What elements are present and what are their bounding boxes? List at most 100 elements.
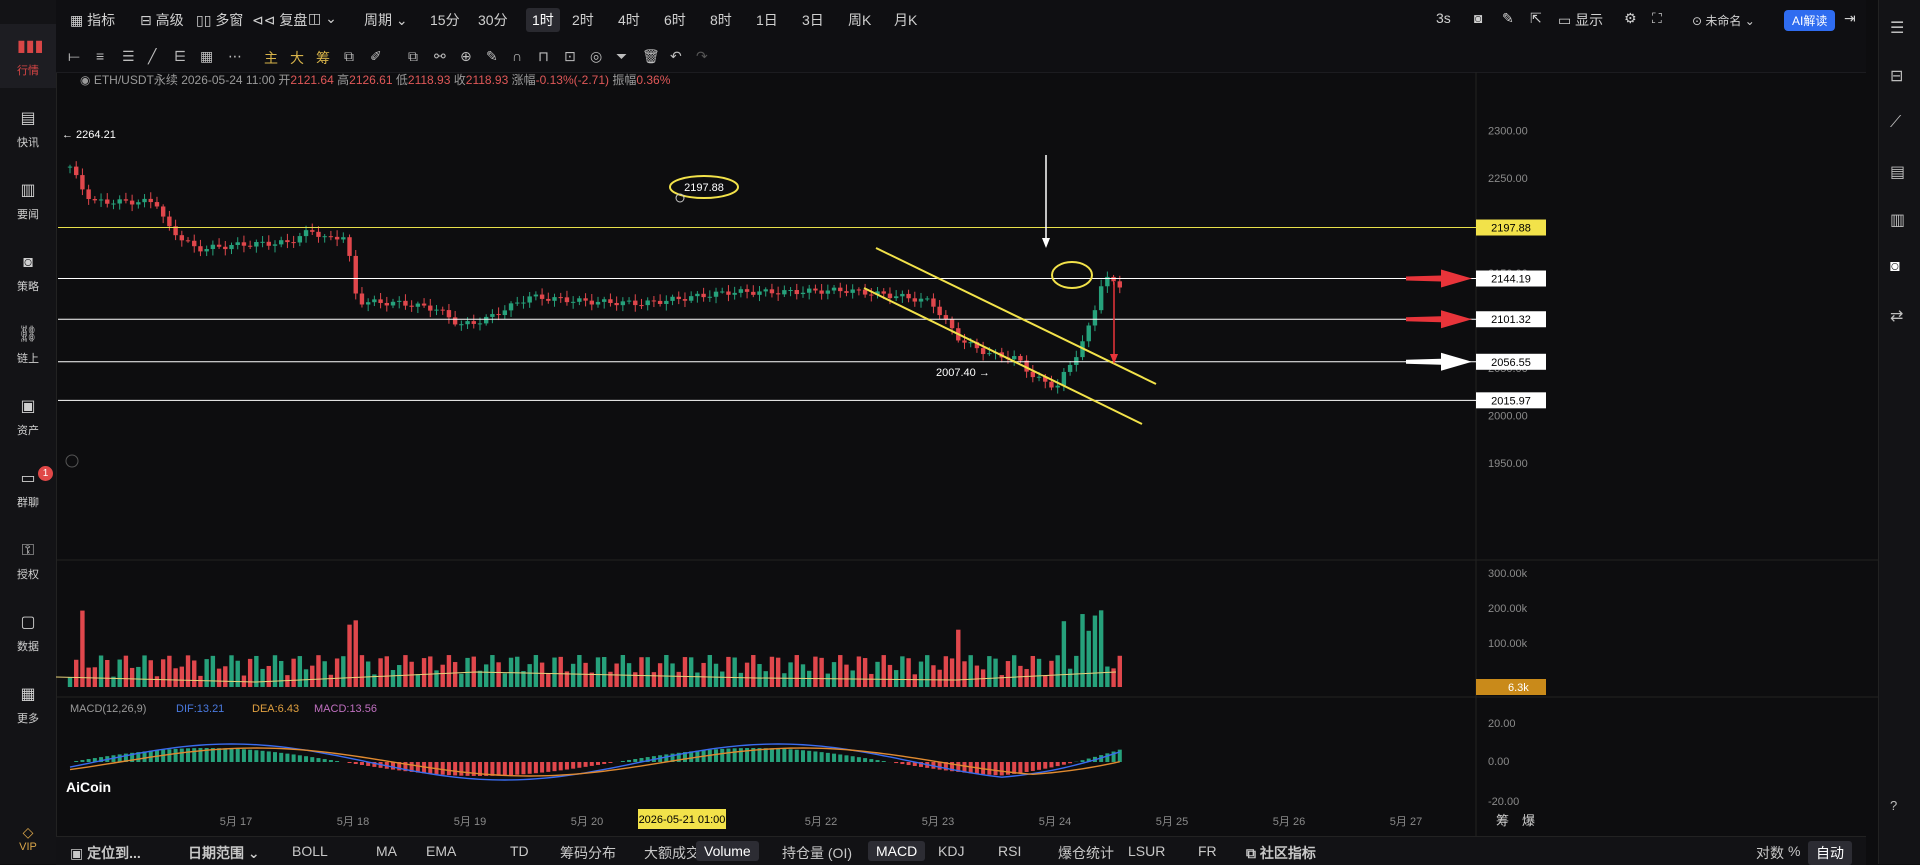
horizontal-line-icon[interactable]: ⟝ (68, 48, 80, 65)
ai-analysis-button[interactable]: AI解读 (1784, 10, 1835, 31)
panel-MACD[interactable]: MACD (868, 841, 925, 861)
panel-社区指标[interactable]: ⧉ 社区指标 (1246, 843, 1316, 863)
sidebar-item-1[interactable]: ▤快讯 (0, 96, 56, 160)
volume-bar (875, 662, 879, 687)
snapshot-icon[interactable]: ⧉ (344, 48, 354, 65)
overlay-大额成交[interactable]: 大额成交 (644, 843, 700, 863)
timeframe-8时[interactable]: 8时 (710, 10, 732, 30)
etf-icon[interactable]: ▥ (1890, 210, 1910, 230)
exchange-icon[interactable]: ⇄ (1890, 306, 1910, 326)
overlay-筹码分布[interactable]: 筹码分布 (560, 843, 616, 863)
vip-button[interactable]: ◇VIP (0, 824, 56, 864)
sidebar-item-3[interactable]: ◙策略 (0, 240, 56, 304)
link-icon[interactable]: ⚯ (434, 48, 446, 65)
channel-icon[interactable]: ☰ (122, 48, 135, 65)
timeframe-2时[interactable]: 2时 (572, 10, 594, 30)
timeframe-1时[interactable]: 1时 (526, 8, 560, 32)
fib-icon[interactable]: ⋿ (174, 48, 186, 65)
zoom-icon[interactable]: ⊕ (460, 48, 472, 65)
percent-toggle[interactable]: % (1788, 843, 1800, 859)
overlay-BOLL[interactable]: BOLL (292, 843, 328, 859)
chip-icon[interactable]: 筹 (316, 48, 330, 68)
sidebar-item-6[interactable]: ▭群聊1 (0, 456, 56, 520)
panel-FR[interactable]: FR (1198, 843, 1217, 859)
lines-icon[interactable]: ≡ (96, 48, 104, 64)
price-chart[interactable]: 2300.002250.002200.002150.002100.002050.… (56, 72, 1878, 836)
macd-histogram-bar (714, 749, 718, 762)
timeframe-周K[interactable]: 周K (848, 10, 871, 30)
timeframe-15分[interactable]: 15分 (430, 10, 460, 30)
sidebar-item-8[interactable]: ▢数据 (0, 600, 56, 664)
overlay-TD[interactable]: TD (510, 843, 529, 859)
indicator-button[interactable]: ▦ 指标 (70, 10, 115, 30)
refresh-rate[interactable]: 3s (1436, 10, 1451, 26)
alert-icon[interactable]: ⊡ (564, 48, 576, 65)
bot-icon[interactable]: ◙ (1890, 258, 1910, 278)
sidebar-item-9[interactable]: ▦更多 (0, 672, 56, 736)
macd-histogram-bar (87, 759, 91, 762)
chart-type-dropdown[interactable]: ◫ ⌄ (308, 10, 337, 27)
auto-scale-toggle[interactable]: 自动 (1808, 841, 1852, 865)
fullscreen-icon[interactable]: ⛶ (1652, 10, 1662, 27)
timeframe-4时[interactable]: 4时 (618, 10, 640, 30)
replay-button[interactable]: ⊲⊲ 复盘 (252, 10, 307, 30)
overlay-EMA[interactable]: EMA (426, 843, 456, 859)
export-icon[interactable]: ⇱ (1530, 10, 1542, 27)
trend-line-icon[interactable]: ╱ (148, 48, 156, 65)
menu-icon[interactable]: ⇥ (1844, 10, 1856, 27)
timeframe-月K[interactable]: 月K (894, 10, 917, 30)
camera-icon[interactable]: ◙ (1474, 10, 1482, 26)
timeframe-3日[interactable]: 3日 (802, 10, 824, 30)
redo-icon[interactable]: ↷ (696, 48, 708, 65)
help-icon[interactable]: ? (1890, 798, 1910, 818)
trash-icon[interactable]: 🗑 (642, 48, 660, 65)
large-order-icon[interactable]: 大 (290, 48, 304, 68)
period-dropdown[interactable]: 周期 ⌄ (364, 10, 408, 30)
volume-bar (888, 665, 892, 687)
sidebar-item-5[interactable]: ▣资产 (0, 384, 56, 448)
timeframe-30分[interactable]: 30分 (478, 10, 508, 30)
panel-Volume[interactable]: Volume (696, 841, 759, 861)
candle-body (68, 167, 72, 168)
multi-window-button[interactable]: ▯▯ 多窗 (196, 10, 243, 30)
log-scale-toggle[interactable]: 对数 (1756, 843, 1784, 863)
pen-icon[interactable]: ✎ (1502, 10, 1514, 27)
timeframe-6时[interactable]: 6时 (664, 10, 686, 30)
panel-爆仓统计[interactable]: 爆仓统计 (1058, 843, 1114, 863)
volume-bar (1111, 668, 1115, 687)
settings-icon[interactable]: ⚙ (1624, 10, 1637, 27)
date-range-dropdown[interactable]: 日期范围 ⌄ (188, 843, 260, 863)
list-icon[interactable]: ☰ (1890, 18, 1910, 38)
trend-icon[interactable]: ⟋ (1890, 114, 1910, 134)
locate-button[interactable]: ▣ 定位到... (70, 843, 141, 863)
undo-icon[interactable]: ↶ (670, 48, 682, 65)
advanced-button[interactable]: ⊟ 高级 (140, 10, 184, 30)
candle-body (117, 199, 121, 203)
ruler-icon[interactable]: ▦ (200, 48, 213, 65)
panel-持仓量 (OI)[interactable]: 持仓量 (OI) (782, 843, 852, 863)
sidebar-item-4[interactable]: ⛓链上 (0, 312, 56, 376)
copy-icon[interactable]: ⧉ (408, 48, 418, 65)
brush-icon[interactable]: ✐ (370, 48, 382, 65)
sidebar-item-0[interactable]: ▮▮▮行情 (0, 24, 56, 88)
more-tools-icon[interactable]: ⋯ (228, 48, 242, 65)
chart-icon[interactable]: ▤ (1890, 162, 1910, 182)
sidebar-item-2[interactable]: ▥要闻 (0, 168, 56, 232)
highlighter-icon[interactable]: ✎ (486, 48, 498, 65)
timeframe-1日[interactable]: 1日 (756, 10, 778, 30)
layout-dropdown[interactable]: ⊙ 未命名 ⌄ (1692, 12, 1755, 29)
panel-LSUR[interactable]: LSUR (1128, 843, 1165, 859)
macd-histogram-bar (832, 754, 836, 762)
hide-icon[interactable]: ◎ (590, 48, 602, 65)
panels-icon[interactable]: ⊟ (1890, 66, 1910, 86)
display-button[interactable]: ▭ 显示 (1558, 10, 1603, 30)
candle-body (906, 294, 910, 298)
magnet-icon[interactable]: ∩ (512, 48, 522, 64)
sidebar-item-7[interactable]: ⚿授权 (0, 528, 56, 592)
lock-icon[interactable]: ⊓ (538, 48, 549, 65)
main-chart-icon[interactable]: 主 (264, 48, 278, 68)
panel-KDJ[interactable]: KDJ (938, 843, 964, 859)
filter-icon[interactable]: ⏷ (616, 48, 627, 65)
overlay-MA[interactable]: MA (376, 843, 397, 859)
panel-RSI[interactable]: RSI (998, 843, 1021, 859)
